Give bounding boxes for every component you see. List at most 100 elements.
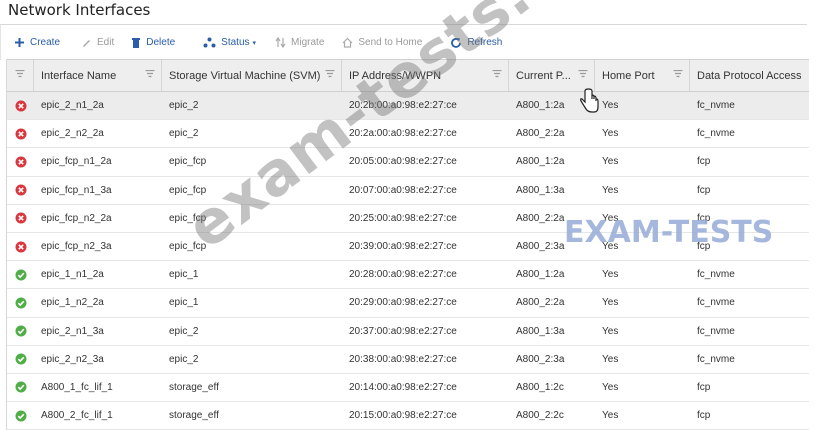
filter-icon[interactable]	[673, 69, 683, 82]
table-row[interactable]: epic_fcp_n1_2a epic_fcp 20:05:00:a0:98:e2:…	[7, 148, 809, 177]
status-cell	[7, 261, 34, 288]
current-port-cell: A800_1:3a	[516, 325, 565, 337]
send-to-home-button[interactable]: Send to Home	[342, 37, 422, 48]
home-port-cell: Yes	[602, 156, 619, 168]
current-port-cell: A800_2:3a	[516, 353, 565, 365]
delete-label: Delete	[146, 37, 176, 48]
current-port-cell: A800_1:2a	[516, 100, 565, 112]
filter-icon[interactable]	[145, 69, 155, 82]
svm-cell: epic_1	[169, 269, 199, 281]
status-down-icon	[15, 128, 26, 140]
table-row[interactable]: epic_2_n2_2a epic_2 20:2a:00:a0:98:e2:27:c…	[7, 120, 809, 149]
table-row[interactable]: epic_1_n2_2a epic_1 20:29:00:a0:98:e2:27:c…	[7, 289, 809, 318]
wwpn-cell: 20:15:00:a0:98:e2:27:ce	[349, 410, 457, 422]
column-header-filter-column[interactable]	[7, 60, 34, 91]
status-button[interactable]: Status ▾	[203, 37, 256, 48]
svm-cell: storage_eff	[169, 410, 219, 422]
table-row[interactable]: epic_fcp_n1_3a epic_fcp 20:07:00:a0:98:e2:…	[7, 177, 809, 205]
filter-icon[interactable]	[578, 69, 588, 82]
protocol-cell: fc_nvme	[697, 325, 735, 337]
status-cell	[7, 289, 34, 316]
status-cell	[7, 374, 34, 401]
table-row[interactable]: epic_2_n2_3a epic_2 20:38:00:a0:98:e2:27:c…	[7, 346, 809, 374]
send-to-home-label: Send to Home	[358, 37, 423, 48]
status-down-icon	[15, 100, 26, 112]
table-row[interactable]: A800_1_fc_lif_1 storage_eff 20:14:00:a0:98…	[7, 374, 809, 403]
create-button[interactable]: Create	[14, 37, 60, 48]
svm-cell: epic_fcp	[169, 241, 207, 253]
home-port-cell: Yes	[602, 184, 619, 196]
column-header-interface-name[interactable]: Interface Name	[34, 60, 162, 91]
home-port-cell: Yes	[602, 128, 619, 140]
interface-name-cell: epic_fcp_n1_3a	[41, 184, 112, 196]
interface-name-cell: epic_fcp_n2_2a	[41, 212, 112, 224]
column-header-label: IP Address/WWPN	[349, 69, 442, 82]
protocol-cell: fcp	[697, 241, 711, 253]
edit-button[interactable]: Edit	[81, 37, 114, 48]
wwpn-cell: 20:25:00:a0:98:e2:27:ce	[349, 212, 457, 224]
status-down-icon	[15, 241, 26, 253]
refresh-button[interactable]: Refresh	[450, 37, 502, 49]
wwpn-cell: 20:07:00:a0:98:e2:27:ce	[349, 184, 457, 196]
home-port-cell: Yes	[602, 410, 619, 422]
current-port-cell: A800_2:2a	[516, 128, 565, 140]
protocol-cell: fcp	[697, 156, 711, 168]
svm-cell: epic_1	[169, 297, 199, 309]
status-cell	[7, 120, 34, 147]
current-port-cell: A800_1:2a	[516, 156, 565, 168]
status-cell	[7, 233, 34, 260]
column-header-label: Interface Name	[41, 69, 117, 82]
wwpn-cell: 20:2a:00:a0:98:e2:27:ce	[349, 128, 457, 140]
column-header-current-port[interactable]: Current P...	[509, 60, 595, 91]
delete-button[interactable]: Delete	[131, 37, 175, 49]
wwpn-cell: 20:29:00:a0:98:e2:27:ce	[349, 297, 457, 309]
interface-name-cell: epic_2_n2_2a	[41, 128, 104, 140]
table-row[interactable]: epic_2_n1_2a epic_2 20:2b:00:a0:98:e2:27:c…	[7, 92, 809, 121]
status-cell	[7, 318, 34, 345]
table-row[interactable]: A800_2_fc_lif_1 storage_eff 20:15:00:a0:98…	[7, 402, 809, 430]
wwpn-cell: 20:38:00:a0:98:e2:27:ce	[349, 353, 457, 365]
column-header-data-protocol-access[interactable]: Data Protocol Access	[690, 60, 809, 91]
svm-cell: epic_fcp	[169, 212, 207, 224]
status-up-icon	[15, 353, 26, 365]
status-up-icon	[15, 269, 26, 281]
current-port-cell: A800_1:2a	[516, 269, 565, 281]
current-port-cell: A800_1:2c	[516, 381, 564, 393]
column-header-svm[interactable]: Storage Virtual Machine (SVM)	[162, 60, 342, 91]
home-port-cell: Yes	[602, 353, 619, 365]
current-port-cell: A800_1:3a	[516, 184, 565, 196]
status-down-icon	[15, 156, 26, 168]
interface-name-cell: epic_fcp_n1_2a	[41, 156, 112, 168]
status-up-icon	[15, 325, 26, 337]
migrate-icon	[275, 37, 286, 48]
current-port-cell: A800_2:3a	[516, 241, 565, 253]
interface-name-cell: epic_2_n1_3a	[41, 325, 104, 337]
table-row[interactable]: epic_fcp_n2_3a epic_fcp 20:39:00:a0:98:e2:…	[7, 233, 809, 262]
plus-icon	[14, 37, 25, 48]
column-header-ip-address-wwpn[interactable]: IP Address/WWPN	[342, 60, 509, 91]
interface-name-cell: A800_2_fc_lif_1	[41, 410, 113, 422]
interface-name-cell: epic_fcp_n2_3a	[41, 241, 112, 253]
migrate-button[interactable]: Migrate	[275, 37, 324, 48]
column-header-label: Home Port	[602, 69, 655, 82]
migrate-label: Migrate	[291, 37, 325, 48]
svm-cell: epic_2	[169, 353, 199, 365]
chevron-down-icon[interactable]: ▾	[253, 39, 257, 47]
filter-icon[interactable]	[15, 69, 25, 82]
table-row[interactable]: epic_1_n1_2a epic_1 20:28:00:a0:98:e2:27:c…	[7, 261, 809, 290]
table-row[interactable]: epic_2_n1_3a epic_2 20:37:00:a0:98:e2:27:c…	[7, 318, 809, 346]
protocol-cell: fcp	[697, 381, 711, 393]
interface-name-cell: epic_2_n2_3a	[41, 353, 104, 365]
protocol-cell: fcp	[697, 212, 711, 224]
table-row[interactable]: epic_fcp_n2_2a epic_fcp 20:25:00:a0:98:e2:…	[7, 205, 809, 233]
status-label: Status	[221, 37, 250, 48]
filter-icon[interactable]	[492, 69, 502, 82]
filter-icon[interactable]	[325, 69, 335, 82]
refresh-icon	[450, 37, 462, 49]
home-port-cell: Yes	[602, 269, 619, 281]
refresh-label: Refresh	[467, 37, 503, 48]
column-header-home-port[interactable]: Home Port	[595, 60, 690, 91]
interface-name-cell: epic_1_n2_2a	[41, 297, 104, 309]
protocol-cell: fcp	[697, 184, 711, 196]
wwpn-cell: 20:28:00:a0:98:e2:27:ce	[349, 269, 457, 281]
